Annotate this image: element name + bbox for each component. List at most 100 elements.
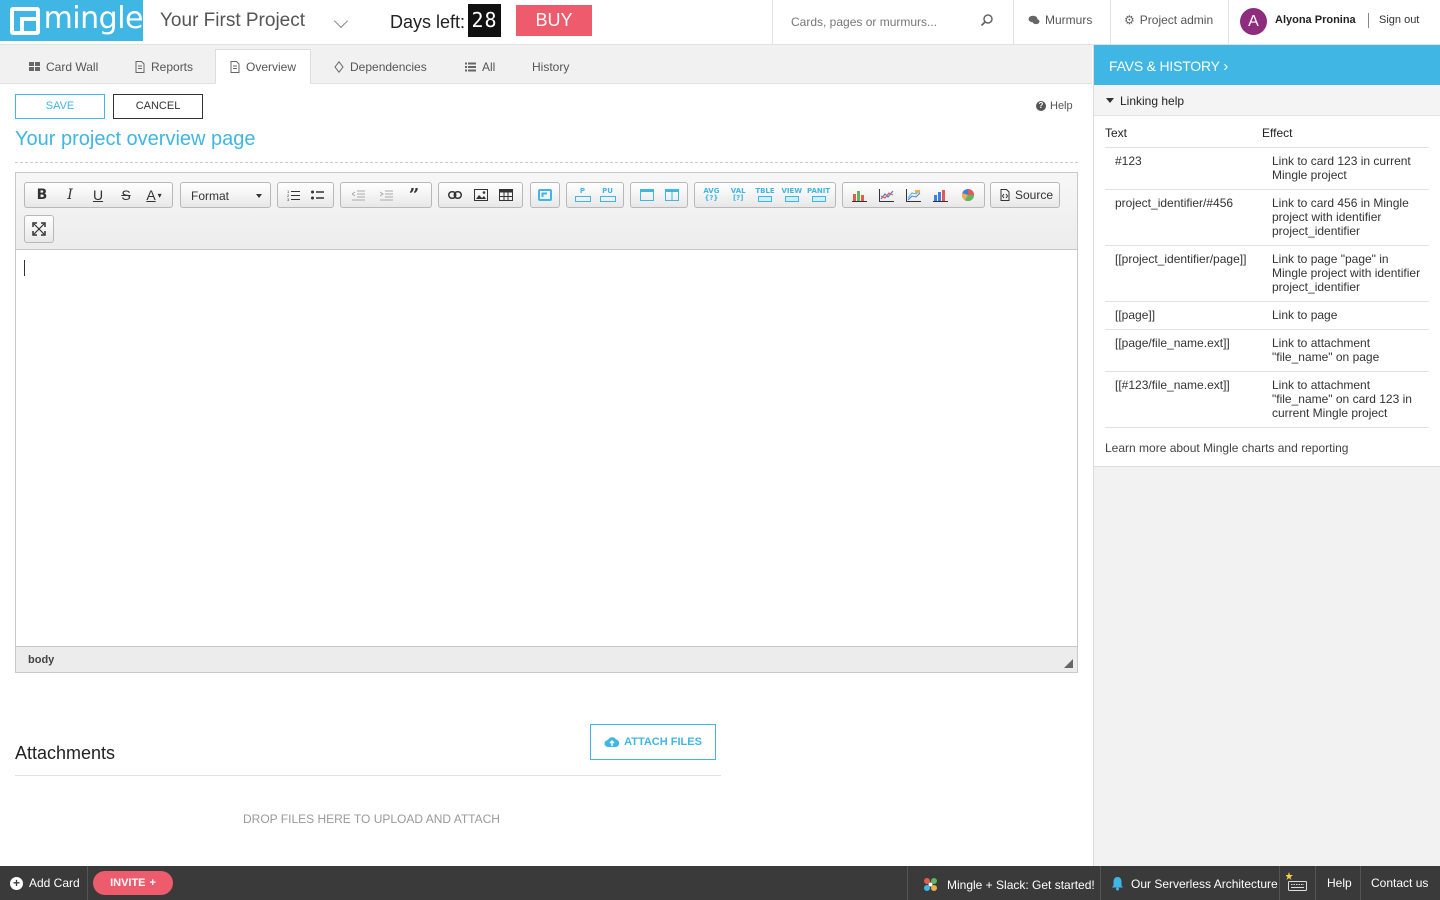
format-dropdown[interactable]: Format [180,182,271,208]
single-column-icon[interactable] [634,184,659,206]
cancel-button[interactable]: CANCEL [113,94,203,119]
bottom-divider [1100,866,1101,900]
serverless-label: Our Serverless Architecture [1131,876,1278,891]
chevron-right-icon: › [1223,58,1229,75]
drop-zone[interactable]: DROP FILES HERE TO UPLOAD AND ATTACH [243,812,500,826]
document-icon [135,60,145,73]
favs-history-sidebar: FAVS & HISTORY › Linking help Text Effec… [1093,45,1440,866]
tab-history[interactable]: History [518,49,583,84]
link-syntax: [[#123/file_name.ext]] [1105,371,1262,428]
indent-icon[interactable] [372,184,400,206]
tab-reports[interactable]: Reports [121,49,207,84]
search-input[interactable] [791,13,981,31]
maximize-button[interactable] [24,215,54,243]
tab-dependencies[interactable]: Dependencies [320,49,441,84]
value-macro-icon[interactable]: VAL [?] [725,184,752,206]
element-path[interactable]: body [28,654,54,666]
line-chart-icon[interactable] [873,184,900,206]
linking-help-panel: Linking help Text Effect #123 Link to ca… [1094,85,1440,467]
save-button[interactable]: SAVE [15,94,105,119]
murmurs-link[interactable]: Murmurs [1028,13,1092,27]
underline-button[interactable]: U [84,184,112,206]
linking-help-toggle[interactable]: Linking help [1094,85,1440,116]
table-icon[interactable] [493,184,519,206]
tab-overview[interactable]: Overview [215,49,311,84]
attach-files-button[interactable]: ATTACH FILES [590,724,716,760]
stacked-bar-chart-icon[interactable] [927,184,954,206]
view-macro-icon[interactable]: VIEW [778,184,805,206]
italic-button[interactable]: I [56,184,84,206]
insert-group [438,182,523,208]
text-caret [24,260,25,276]
add-user-icon: + [148,877,156,889]
average-macro-icon[interactable]: AVG {?} [698,184,725,206]
cloud-upload-icon [604,737,620,747]
slack-link[interactable]: Mingle + Slack: Get started! [921,876,1095,894]
two-column-icon[interactable] [659,184,684,206]
tab-label: History [532,59,570,74]
invite-button[interactable]: INVITE + [93,871,173,895]
source-label: Source [1015,188,1054,202]
bottom-divider [87,866,88,900]
attachments-heading: Attachments [15,743,116,763]
top-header: mingle Your First Project Days left: 28 … [0,0,1440,45]
header-divider [1110,0,1111,44]
tab-card-wall[interactable]: Card Wall [15,49,112,84]
link-syntax: [[project_identifier/page]] [1105,245,1262,302]
link-effect: Link to page "page" in Mingle project wi… [1262,245,1429,302]
macro-label: VIEW [781,187,803,195]
link-syntax: [[page/file_name.ext]] [1105,329,1262,372]
avatar[interactable]: A [1240,8,1267,35]
bar-chart-icon[interactable] [846,184,873,206]
link-effect: Link to card 123 in current Mingle proje… [1262,147,1429,190]
sign-out-link[interactable]: Sign out [1379,14,1419,26]
outdent-icon[interactable] [344,184,372,206]
bottom-divider [1360,866,1361,900]
table-row: [[page]] Link to page [1105,301,1429,330]
buy-button[interactable]: BUY [516,5,592,36]
table-macro-icon[interactable]: TBLE [752,184,779,206]
bold-button[interactable]: B [28,184,56,206]
serverless-link[interactable]: Our Serverless Architecture [1110,876,1278,891]
stacked-chart-icon[interactable] [900,184,927,206]
favs-history-toggle[interactable]: FAVS & HISTORY › [1094,45,1440,85]
add-card-button[interactable]: + Add Card [10,876,80,890]
blockquote-icon[interactable]: ” [400,184,428,206]
project-admin-link[interactable]: ⚙ Project admin [1124,13,1213,27]
column-header-text: Text [1105,126,1262,148]
pivot-table-macro-icon[interactable]: PANIT [805,184,832,206]
numbered-list-icon[interactable]: 123 [281,184,306,206]
mingle-logo[interactable]: mingle [0,0,144,41]
link-effect: Link to attachment "file_name" on page [1262,329,1429,372]
chevron-down-icon[interactable] [333,13,349,29]
learn-more-link[interactable]: Learn more about Mingle charts and repor… [1094,428,1440,466]
strikethrough-button[interactable]: S [112,184,140,206]
panel-pu-icon[interactable]: PU [595,184,620,206]
search-icon[interactable] [980,13,994,27]
source-button[interactable]: Source [990,182,1060,208]
user-name[interactable]: Alyona Pronina [1275,14,1356,26]
help-footer-link[interactable]: Help [1327,876,1352,890]
grid-icon [29,61,40,71]
keyboard-shortcuts-button[interactable] [1286,872,1308,892]
gear-icon: ⚙ [1124,13,1135,27]
source-icon [1000,189,1010,201]
link-syntax: project_identifier/#456 [1105,189,1262,246]
bottom-bar: + Add Card INVITE + Mingle + Slack: Get … [0,866,1440,900]
mingle-icon[interactable] [531,184,559,206]
help-link[interactable]: ? Help [1036,100,1073,112]
logo-text: mingle [43,1,144,36]
resize-handle[interactable] [1064,659,1073,668]
tab-all[interactable]: All [451,49,509,84]
pie-chart-icon[interactable] [954,184,981,206]
link-icon[interactable] [442,184,468,206]
contact-us-link[interactable]: Contact us [1371,876,1428,890]
editor-toolbar: B I U S A ▾ Format 123 ” P PU AVG {?} VA… [16,173,1077,250]
text-color-button[interactable]: A ▾ [140,184,168,206]
project-name[interactable]: Your First Project [160,10,305,32]
editor-content-area[interactable] [16,250,1077,646]
tab-bar: Card Wall Reports Overview Dependencies … [0,45,1092,84]
bulleted-list-icon[interactable] [306,184,331,206]
panel-p-icon[interactable]: P [570,184,595,206]
image-icon[interactable] [468,184,494,206]
